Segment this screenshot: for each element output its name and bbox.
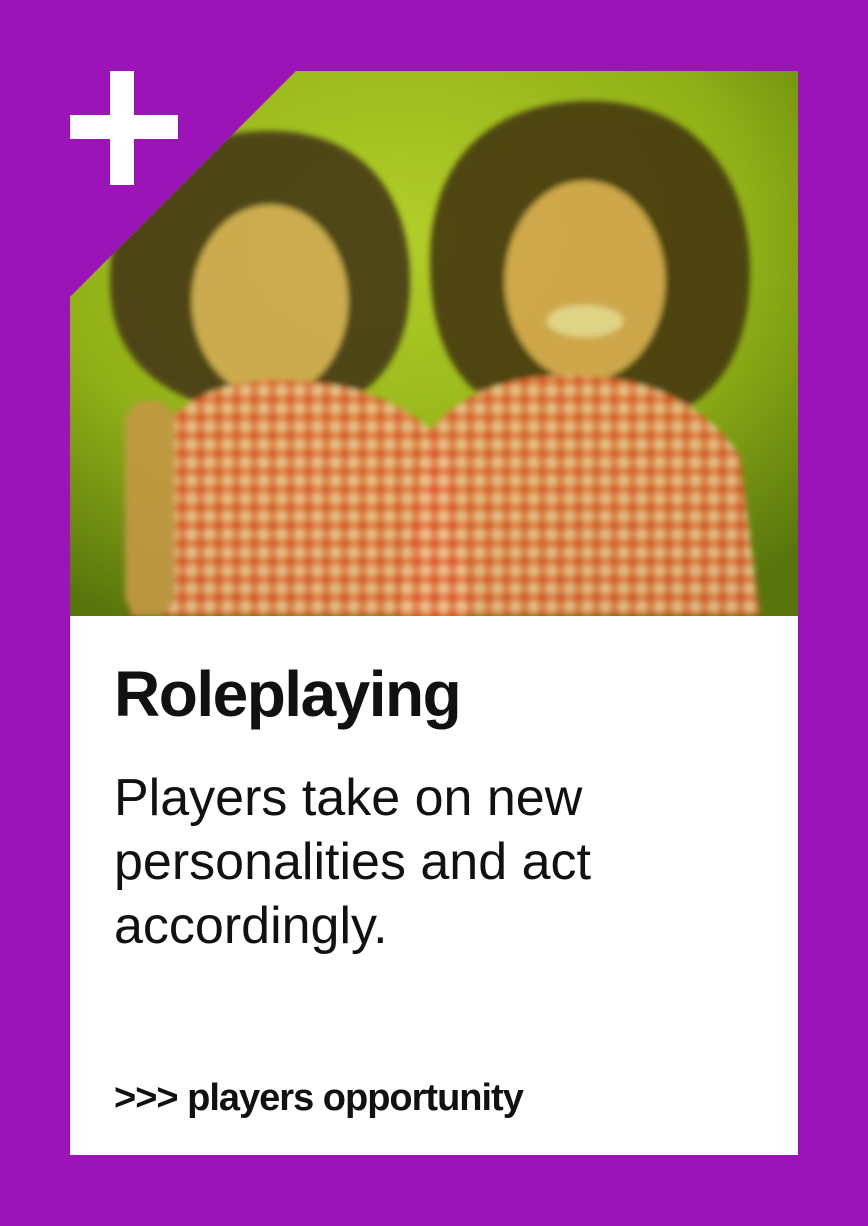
card-photo [70,71,798,616]
card-frame: Roleplaying Players take on new personal… [0,0,868,1226]
card-footer: >>> players opportunity [114,1077,524,1119]
card-text-panel: Roleplaying Players take on new personal… [70,616,798,1155]
plus-icon [70,71,178,185]
card-description: Players take on new personalities and ac… [114,769,591,955]
card-title: Roleplaying [114,658,462,730]
